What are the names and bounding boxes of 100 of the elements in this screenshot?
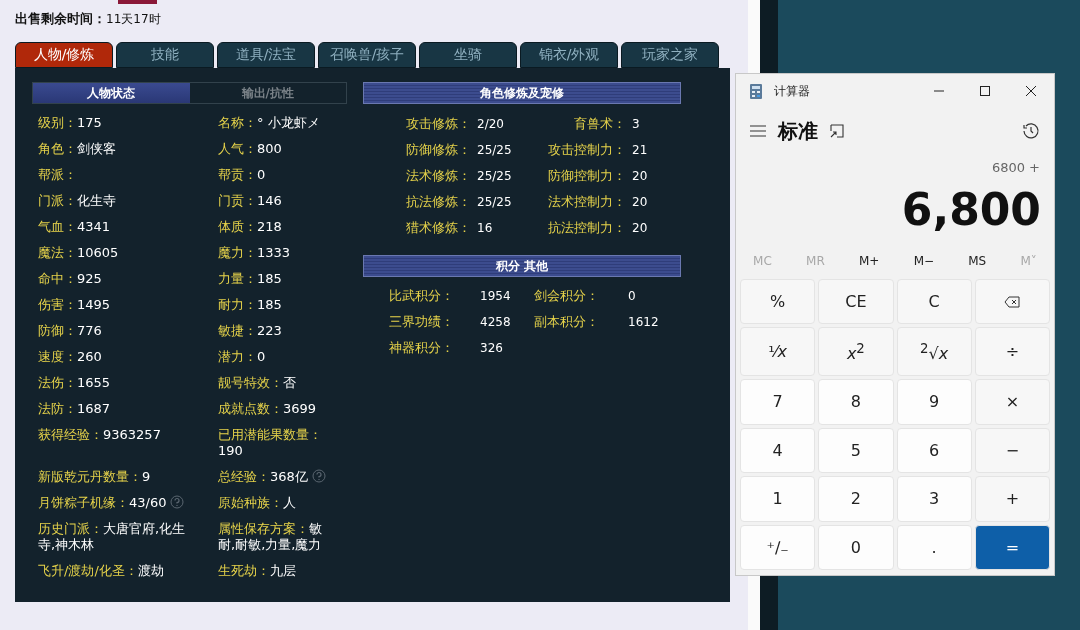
maximize-icon[interactable] <box>980 86 990 96</box>
result-display: 6,800 <box>900 183 1042 237</box>
stat-text: 已用潜能果数量： 190 <box>218 427 323 459</box>
calculator-key[interactable]: = <box>974 524 1050 570</box>
stat-text: 法防：1687 <box>38 401 111 417</box>
tab[interactable]: 玩家之家 <box>621 42 719 68</box>
stat-label: 攻击修炼： <box>405 115 471 133</box>
tab[interactable]: 召唤兽/孩子 <box>318 42 416 68</box>
calculator-key[interactable]: CE <box>818 279 894 325</box>
calculator-key[interactable]: ¹⁄x <box>740 327 816 377</box>
stat-label: 攻击控制力： <box>547 141 626 159</box>
stat-value: 20 <box>631 168 649 185</box>
calculator-icon <box>750 83 762 99</box>
stat-text: 靓号特效：否 <box>218 375 296 391</box>
section-header: 角色修炼及宠修 <box>363 82 681 104</box>
calculator-key[interactable]: 9 <box>896 379 972 425</box>
stat-text: 敏捷：223 <box>218 323 282 339</box>
calculator-key[interactable]: % <box>740 279 816 325</box>
stat-label: 剑会积分： <box>534 287 600 305</box>
stat-value: 4258 <box>479 314 512 331</box>
stat-text: 新版乾元丹数量：9 <box>38 469 151 485</box>
stat-text: 历史门派：大唐官府,化生寺,神木林 <box>38 521 187 553</box>
stat-text: 伤害：1495 <box>38 297 111 313</box>
sub-tab[interactable]: 人物状态 <box>33 83 190 103</box>
stat-label: 三界功绩： <box>389 313 455 331</box>
expression-text: 6800 + <box>990 159 1041 177</box>
history-icon[interactable] <box>1022 122 1040 140</box>
calculator-key[interactable]: + <box>974 476 1050 522</box>
stat-text: 力量：185 <box>218 271 282 287</box>
tab[interactable]: 道具/法宝 <box>217 42 315 68</box>
backspace-button[interactable] <box>974 279 1050 325</box>
keep-on-top-icon[interactable] <box>830 124 844 138</box>
stat-text: 角色：剑侠客 <box>38 141 116 157</box>
backspace-icon <box>1004 295 1021 308</box>
close-icon[interactable] <box>1026 86 1036 96</box>
stat-text: 魔法：10605 <box>38 245 119 261</box>
calculator-key[interactable]: 3 <box>896 476 972 522</box>
stat-label: 猎术修炼： <box>405 219 471 237</box>
memory-button[interactable]: M+ <box>853 250 886 272</box>
calculator-key[interactable]: 0 <box>818 524 894 570</box>
stat-label: 防御控制力： <box>547 167 626 185</box>
stat-value: 21 <box>631 142 649 159</box>
calculator-key[interactable]: 4 <box>740 427 816 474</box>
calculator-key[interactable]: ÷ <box>974 327 1050 377</box>
help-icon[interactable] <box>170 495 185 509</box>
header-bar <box>118 0 157 4</box>
tab[interactable]: 人物/修炼 <box>15 42 113 68</box>
stat-text: 成就点数：3699 <box>218 401 317 417</box>
tab[interactable]: 锦衣/外观 <box>520 42 618 68</box>
stat-text: 帮贡：0 <box>218 167 266 183</box>
stat-text: 飞升/渡劫/化圣：渡劫 <box>38 563 164 579</box>
sale-time-text: 出售剩余时间：11天17时 <box>15 10 162 28</box>
stat-value: 326 <box>479 340 504 357</box>
stat-text: 月饼粽子机缘：43/60 <box>38 495 167 511</box>
stat-value: 20 <box>631 194 649 211</box>
memory-button[interactable]: M− <box>907 250 941 272</box>
stat-label: 抗法控制力： <box>547 219 626 237</box>
calculator-key[interactable]: 7 <box>740 379 816 425</box>
memory-button[interactable]: MS <box>962 250 993 272</box>
stat-text: 级别：175 <box>38 115 102 131</box>
mode-title: 标准 <box>778 117 818 145</box>
calculator-key[interactable]: 8 <box>818 379 894 425</box>
stat-label: 防御修炼： <box>405 141 471 159</box>
calculator-key[interactable]: ⁺∕₋ <box>740 524 816 570</box>
calculator-key[interactable]: C <box>896 279 972 325</box>
stat-text: 名称：° 小龙虾メ <box>218 115 320 131</box>
stat-label: 法术控制力： <box>547 193 626 211</box>
stat-value: 20 <box>631 220 649 237</box>
tab[interactable]: 技能 <box>116 42 214 68</box>
stat-label: 神器积分： <box>389 339 455 357</box>
stat-label: 抗法修炼： <box>405 193 471 211</box>
tab[interactable]: 坐骑 <box>419 42 517 68</box>
stat-value: 25/25 <box>476 168 513 185</box>
stat-text: 耐力：185 <box>218 297 282 313</box>
calculator-key[interactable]: x$^{2}$ <box>818 327 894 377</box>
stat-text: 潜力：0 <box>218 349 266 365</box>
stat-text: 获得经验：9363257 <box>38 427 161 443</box>
calculator-key[interactable]: 2 <box>818 476 894 522</box>
stat-text: 防御：776 <box>38 323 102 339</box>
stat-value: 25/25 <box>476 142 513 159</box>
stat-text: 门派：化生寺 <box>38 193 116 209</box>
calculator-key[interactable]: $^{2}$√x <box>896 327 972 377</box>
help-icon[interactable] <box>311 469 326 483</box>
stat-label: 法术修炼： <box>405 167 471 185</box>
stat-value: 1954 <box>479 288 512 305</box>
stat-text: 帮派： <box>38 167 77 183</box>
calculator-key[interactable]: 5 <box>818 427 894 474</box>
stat-text: 速度：260 <box>38 349 102 365</box>
calculator-key[interactable]: 1 <box>740 476 816 522</box>
calculator-key[interactable]: . <box>896 524 972 570</box>
stat-value: 3 <box>631 116 641 133</box>
stat-text: 体质：218 <box>218 219 282 235</box>
calculator-key[interactable]: 6 <box>896 427 972 474</box>
menu-icon[interactable] <box>750 125 766 137</box>
stat-label: 副本积分： <box>534 313 600 331</box>
stat-label: 比武积分： <box>389 287 455 305</box>
stat-text: 生死劫：九层 <box>218 563 296 579</box>
calculator-key[interactable]: × <box>974 379 1050 425</box>
stat-label: 育兽术： <box>573 115 626 133</box>
calculator-key[interactable]: − <box>974 427 1050 474</box>
